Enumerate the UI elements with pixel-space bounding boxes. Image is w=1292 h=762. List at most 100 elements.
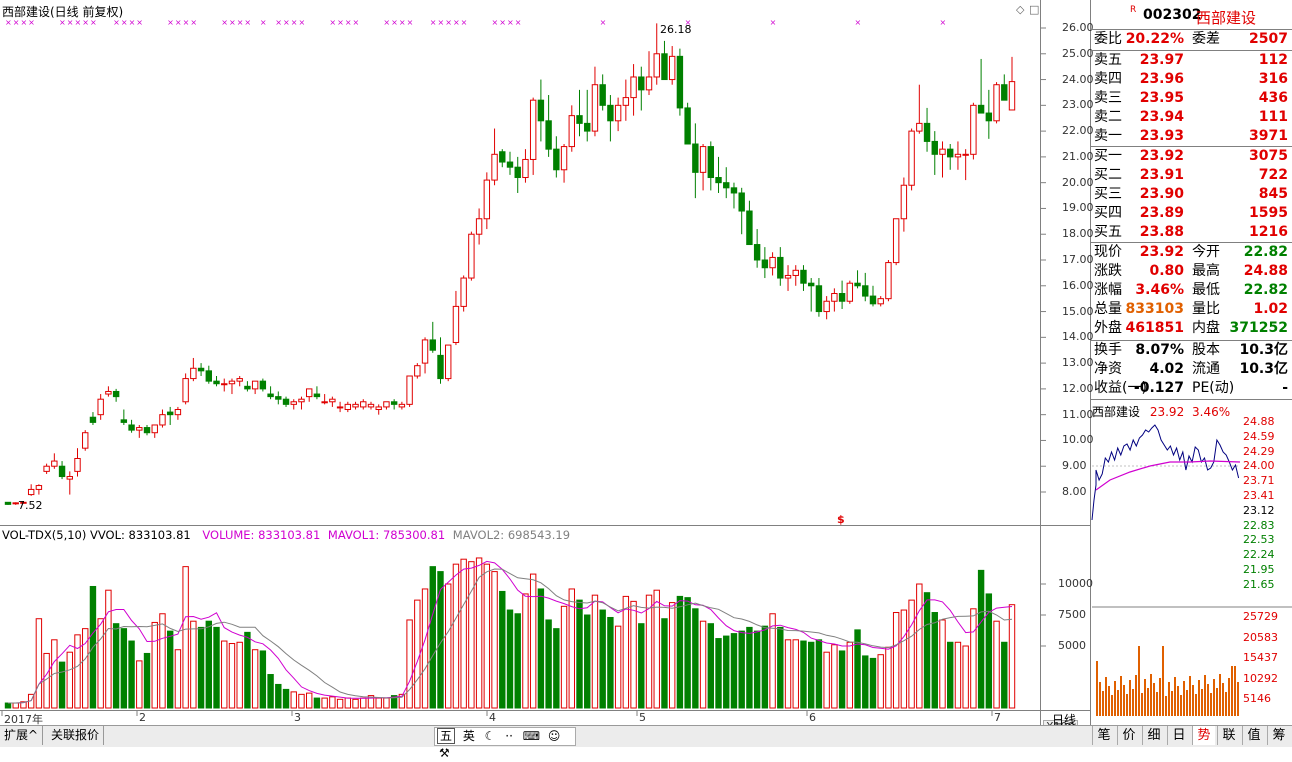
candle-body: [4, 501, 12, 505]
dots-icon[interactable]: ··: [505, 729, 513, 743]
candle-body: [668, 55, 676, 81]
mini-price-label: 23.12: [1243, 503, 1275, 517]
ask-row[interactable]: 卖二 23.94 111: [1092, 108, 1290, 127]
candle-body: [661, 53, 668, 81]
ask-price: 23.97: [1139, 52, 1184, 68]
signal-marker: ×: [337, 18, 344, 27]
signal-marker: ×: [437, 18, 444, 27]
divider: [0, 525, 1090, 526]
ask-row[interactable]: 卖三 23.95 436: [1092, 89, 1290, 108]
ask-volume: 316: [1258, 71, 1288, 87]
bid-price: 23.89: [1139, 205, 1184, 221]
candle-body: [383, 401, 390, 408]
bid-row[interactable]: 买一 23.92 3075: [1092, 147, 1290, 166]
view-tab[interactable]: 笔: [1092, 726, 1115, 745]
price-axis-label: 23.00: [1062, 98, 1094, 112]
candle-body: [43, 465, 50, 472]
volume-bar: [259, 650, 267, 709]
date-axis-label: 3: [294, 711, 301, 724]
mini-volume-bar: [1141, 693, 1143, 716]
mini-volume-bar: [1234, 666, 1236, 716]
volume-bar: [74, 634, 81, 709]
volume-bar: [236, 641, 243, 709]
mini-avg-line: [1095, 460, 1241, 491]
bid-volume: 722: [1258, 167, 1288, 183]
view-tab[interactable]: 日: [1167, 726, 1190, 745]
volume-bar: [846, 641, 854, 709]
diamond-icon[interactable]: ◇: [1016, 3, 1024, 16]
square-icon[interactable]: □: [1029, 3, 1039, 16]
ime-mode-icon[interactable]: 五: [437, 728, 455, 744]
volume-bar: [190, 620, 197, 709]
candle-body: [452, 305, 460, 343]
mini-volume-bar: [1114, 681, 1116, 716]
volume-bar: [35, 618, 43, 709]
price-axis-label: 11.00: [1062, 407, 1094, 421]
mini-volume-bar: [1168, 682, 1170, 716]
candle-body: [66, 476, 73, 480]
bid-row[interactable]: 买四 23.89 1595: [1092, 204, 1290, 223]
signal-marker: ×: [430, 18, 437, 27]
signal-marker: ×: [221, 18, 228, 27]
ask-row[interactable]: 卖四 23.96 316: [1092, 70, 1290, 89]
signal-marker: ×: [461, 18, 468, 27]
stock-name: 西部建设: [1196, 9, 1257, 27]
volume-bar: [290, 691, 297, 709]
stat-value: 22.82: [1243, 244, 1288, 260]
price-axis-label: 18.00: [1062, 227, 1094, 241]
candle-body: [537, 99, 545, 122]
signal-marker: ×: [445, 18, 452, 27]
fundamental-value: 10.3亿: [1239, 342, 1288, 358]
user-icon[interactable]: ☺: [548, 729, 561, 743]
bid-row[interactable]: 买二 23.91 722: [1092, 166, 1290, 185]
volume-bar: [668, 602, 676, 709]
volume-bar: [205, 620, 213, 709]
candle-body: [638, 76, 645, 91]
volume-bar: [923, 592, 931, 709]
fundamental-label: 流通: [1192, 361, 1220, 377]
fundamental-label: PE(动): [1192, 380, 1235, 396]
bid-label: 买一: [1094, 148, 1122, 164]
candle-body: [522, 158, 529, 179]
mini-volume-bar: [1126, 694, 1128, 716]
view-tab[interactable]: 联: [1217, 726, 1240, 745]
indicator-name[interactable]: VOL-TDX(5,10): [2, 528, 86, 542]
ime-english-icon[interactable]: 英: [463, 729, 475, 743]
volume-bar: [228, 643, 236, 709]
view-tab[interactable]: 值: [1242, 726, 1265, 745]
bid-label: 买二: [1094, 167, 1122, 183]
candle-body: [869, 295, 877, 305]
stat-label: 内盘: [1192, 320, 1220, 336]
bid-row[interactable]: 买三 23.90 845: [1092, 185, 1290, 204]
view-tab[interactable]: 细: [1142, 726, 1165, 745]
mini-volume-bar: [1129, 680, 1131, 716]
volume-bar: [275, 683, 282, 709]
signal-marker: ×: [183, 18, 190, 27]
price-axis-label: 15.00: [1062, 304, 1094, 318]
divider: [0, 710, 1090, 711]
wrench-icon[interactable]: ⚒: [439, 746, 450, 760]
mini-volume-bar: [1132, 689, 1134, 716]
candle-body: [414, 365, 421, 377]
bid-row[interactable]: 买五 23.88 1216: [1092, 223, 1290, 242]
vvol-value: VVOL: 833103.81: [90, 528, 191, 542]
mini-volume-bar: [1222, 683, 1224, 716]
ask-row[interactable]: 卖五 23.97 112: [1092, 51, 1290, 70]
moon-icon[interactable]: ☾: [485, 729, 496, 743]
volume-bar: [213, 626, 220, 709]
keyboard-icon[interactable]: ⌨: [523, 729, 540, 743]
mini-volume-bar: [1210, 693, 1212, 716]
ask-row[interactable]: 卖一 23.93 3971: [1092, 127, 1290, 146]
related-quotes-tab[interactable]: 关联报价: [47, 726, 105, 745]
mini-volume-label: 10292: [1243, 671, 1278, 685]
mini-price-label: 23.41: [1243, 489, 1275, 502]
expand-tab[interactable]: 扩展^: [0, 726, 44, 745]
signal-marker: ×: [855, 18, 862, 27]
mini-volume-bar: [1204, 675, 1206, 716]
candle-body: [653, 53, 660, 78]
view-tab[interactable]: 筹: [1267, 726, 1290, 745]
candle-body: [800, 269, 807, 284]
candle-body: [143, 427, 151, 434]
view-tab[interactable]: 价: [1117, 726, 1140, 745]
view-tab[interactable]: 势: [1192, 726, 1215, 745]
